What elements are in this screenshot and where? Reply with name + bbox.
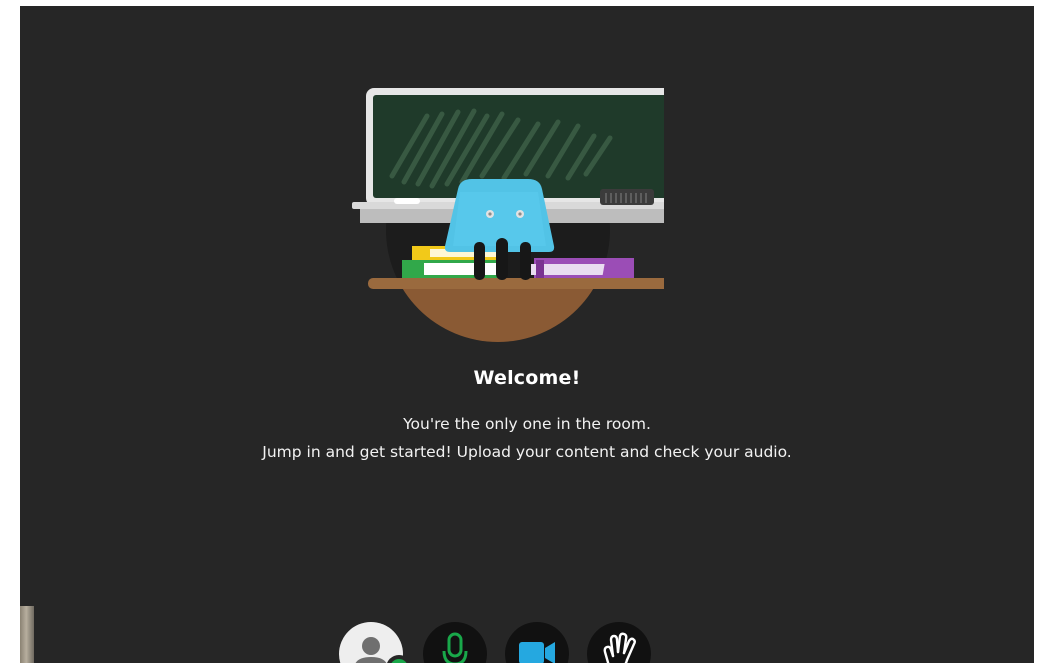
classroom-illustration (352, 88, 664, 342)
welcome-message-line-2: Jump in and get started! Upload your con… (262, 443, 792, 461)
user-avatar-button[interactable] (339, 622, 412, 663)
video-camera-icon (519, 642, 555, 663)
welcome-title: Welcome! (473, 367, 581, 389)
meeting-stage: Welcome! You're the only one in the room… (20, 6, 1034, 663)
raise-hand-button[interactable] (587, 622, 651, 663)
participant-video-thumbnail[interactable] (20, 606, 34, 663)
raise-hand-icon (603, 632, 636, 663)
welcome-message-line-1: You're the only one in the room. (403, 415, 651, 433)
camera-button[interactable] (505, 622, 569, 663)
microphone-icon (442, 632, 468, 663)
microphone-button[interactable] (423, 622, 487, 663)
desk (368, 278, 664, 289)
